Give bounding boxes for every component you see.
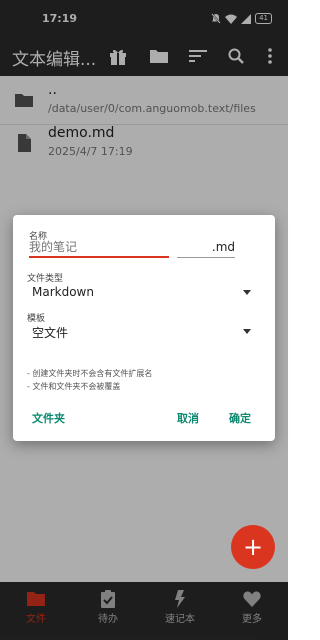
dropdown-arrow-icon — [243, 329, 251, 334]
template-value: 空文件 — [32, 326, 69, 340]
cancel-button[interactable]: 取消 — [177, 410, 199, 426]
dropdown-arrow-icon — [243, 290, 251, 295]
ok-button[interactable]: 确定 — [229, 410, 251, 426]
plus-icon: + — [242, 533, 264, 561]
new-file-dialog: 名称 .md 文件类型 Markdown 模板 空文件 - 创建文件夹时不会含有… — [13, 215, 275, 441]
file-name-input[interactable] — [29, 238, 169, 258]
file-type-select[interactable]: Markdown — [29, 283, 255, 303]
extension-value: .md — [211, 240, 235, 254]
extension-field[interactable]: .md — [177, 238, 235, 258]
note-line: - 文件和文件夹不会被覆盖 — [27, 382, 121, 391]
file-type-value: Markdown — [32, 285, 94, 299]
note-line: - 创建文件夹时不会含有文件扩展名 — [27, 369, 153, 378]
template-select[interactable]: 空文件 — [29, 322, 255, 342]
add-fab-button[interactable]: + — [231, 525, 275, 569]
folder-button[interactable]: 文件夹 — [32, 410, 65, 426]
